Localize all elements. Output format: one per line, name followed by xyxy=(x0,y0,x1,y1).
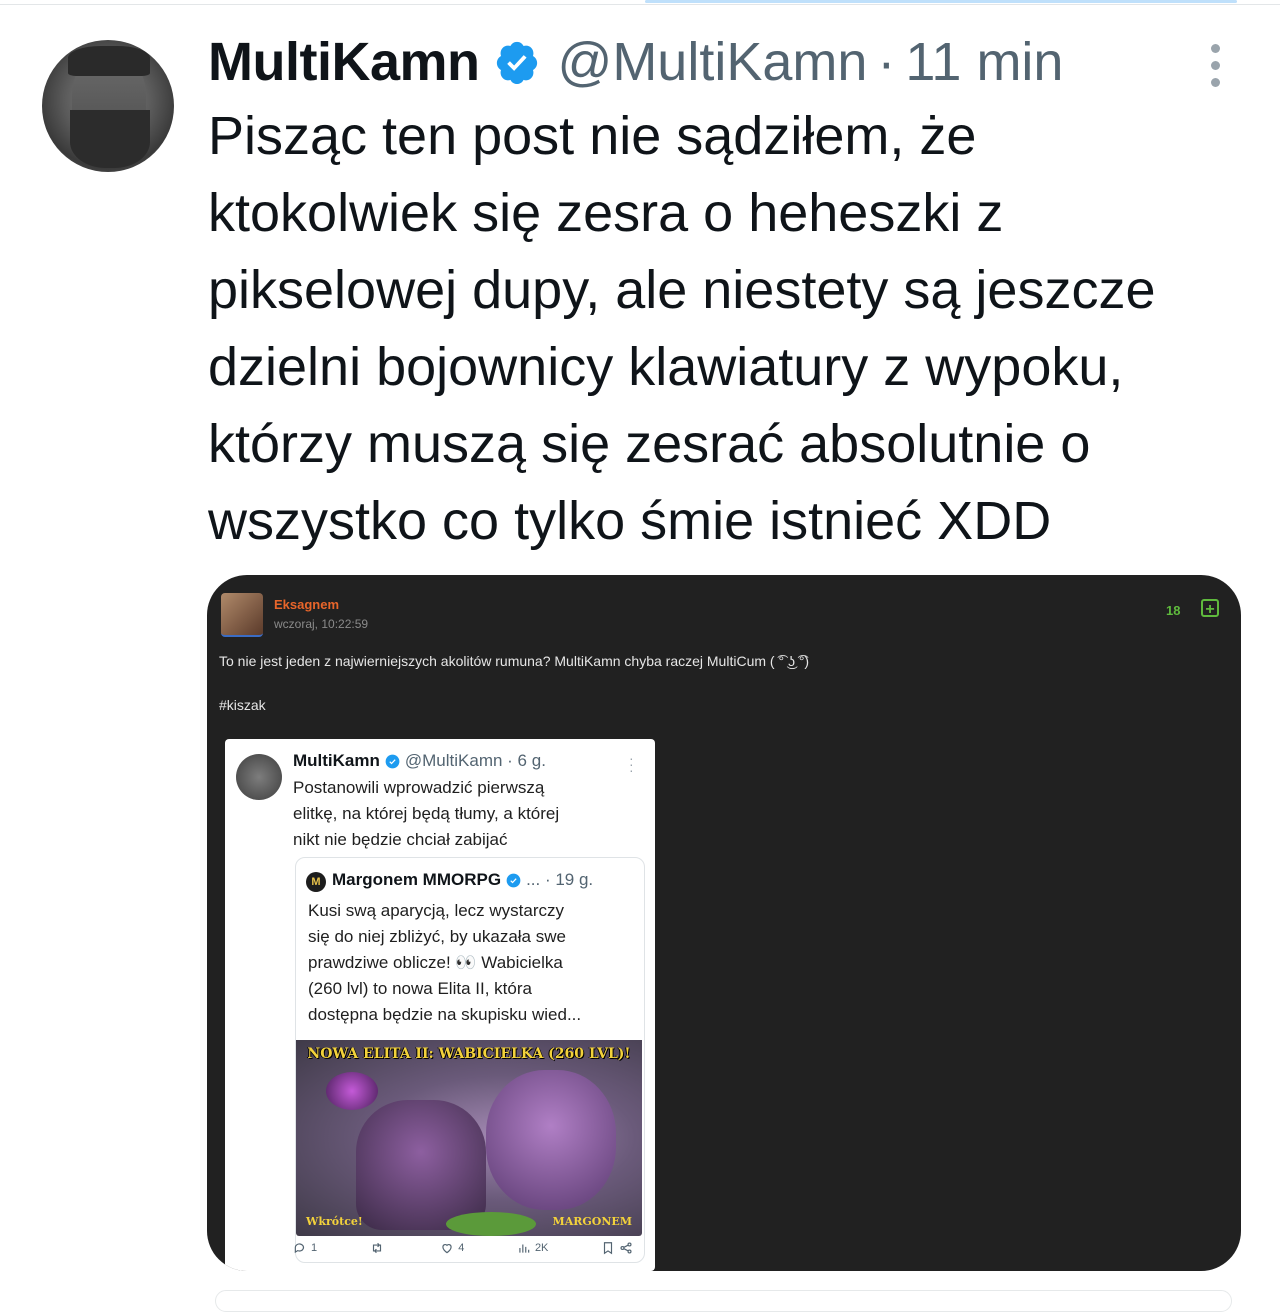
share-icon xyxy=(620,1242,632,1254)
screenshot-avatar xyxy=(236,754,282,800)
embed-plus-icon: + xyxy=(1201,599,1219,618)
avatar-beard xyxy=(70,110,150,168)
screenshot-retweet xyxy=(370,1241,388,1255)
quote-image-caption-left: Wkrótce! xyxy=(306,1215,363,1228)
embed-comment-text: To nie jest jeden z najwierniejszych ako… xyxy=(219,653,810,669)
quote-verified-icon xyxy=(506,873,521,887)
screenshot-meta: @MultiKamn · 6 g. xyxy=(404,751,546,770)
author-name[interactable]: MultiKamn xyxy=(208,31,480,93)
top-divider xyxy=(0,4,1280,5)
reply-icon xyxy=(294,1243,305,1254)
post-text: Pisząc ten post nie sądziłem, że ktokolw… xyxy=(208,106,1156,551)
embed-vote-count: 18 xyxy=(1166,603,1181,618)
retweet-icon xyxy=(372,1242,381,1254)
screenshot-action-bar: 1 4 2K xyxy=(293,1241,633,1255)
views-icon xyxy=(519,1244,530,1253)
meta-separator: · xyxy=(877,32,896,92)
quoted-tweet: M Margonem MMORPG ... · 19 g. Kusi swą a… xyxy=(295,857,645,1263)
screenshot-reply: 1 xyxy=(293,1241,317,1255)
embed-tag: #kiszak xyxy=(219,697,266,713)
quote-image-caption-right: MARGONEM xyxy=(552,1215,632,1228)
post-header: MultiKamn @MultiKamn · 11 min xyxy=(208,30,1063,94)
avatar-hair xyxy=(68,46,150,76)
screenshot-like: 4 xyxy=(440,1241,464,1255)
bookmark-icon xyxy=(603,1242,613,1255)
image-eye-creature xyxy=(326,1072,378,1110)
image-monster-character xyxy=(486,1070,616,1210)
views-count: 2K xyxy=(534,1242,549,1254)
next-tweet-edge xyxy=(215,1290,1232,1312)
screenshot-more-icon: · · · xyxy=(629,750,634,778)
embed-date: wczoraj, 10:22:59 xyxy=(274,617,369,631)
embed-user-avatar xyxy=(221,593,263,637)
quote-meta: ... · 19 g. xyxy=(526,870,594,889)
screenshot-bookmark-share xyxy=(601,1241,633,1255)
margonem-logo-icon: M xyxy=(306,872,326,892)
quote-author-name: Margonem MMORPG xyxy=(332,870,502,889)
heart-icon xyxy=(442,1244,452,1254)
screenshot-header: MultiKamn @MultiKamn · 6 g. xyxy=(293,751,546,771)
quote-header: Margonem MMORPG ... · 19 g. xyxy=(332,870,593,890)
author-avatar[interactable] xyxy=(42,40,174,172)
screenshot-text: Postanowili wprowadzić pierwszą elitkę, … xyxy=(293,778,560,849)
post-time[interactable]: 11 min xyxy=(905,31,1063,93)
image-slime xyxy=(446,1212,536,1236)
tweet-screenshot: MultiKamn @MultiKamn · 6 g. · · · Postanow… xyxy=(225,739,655,1271)
author-handle[interactable]: @MultiKamn xyxy=(558,31,868,93)
more-options-icon[interactable] xyxy=(1206,44,1224,88)
embed-username: Eksagnem xyxy=(274,597,340,612)
embedded-screenshot[interactable]: Eksagnem wczoraj, 10:22:59 18 + To nie j… xyxy=(207,575,1241,1271)
verified-badge-icon[interactable] xyxy=(494,39,540,85)
top-accent-bar xyxy=(645,0,1237,3)
screenshot-verified-icon xyxy=(385,754,400,768)
quote-image-title: NOWA ELITA II: WABICIELKA (260 LVL)! xyxy=(307,1046,631,1062)
quote-text: Kusi swą aparycją, lecz wystarczy się do… xyxy=(308,901,582,1024)
image-witch-character xyxy=(356,1100,486,1230)
quote-image: NOWA ELITA II: WABICIELKA (260 LVL)! Wkr… xyxy=(296,1040,642,1236)
screenshot-author-name: MultiKamn xyxy=(293,751,380,770)
like-count: 4 xyxy=(458,1242,465,1254)
screenshot-views: 2K xyxy=(517,1241,548,1255)
reply-count: 1 xyxy=(311,1242,318,1254)
